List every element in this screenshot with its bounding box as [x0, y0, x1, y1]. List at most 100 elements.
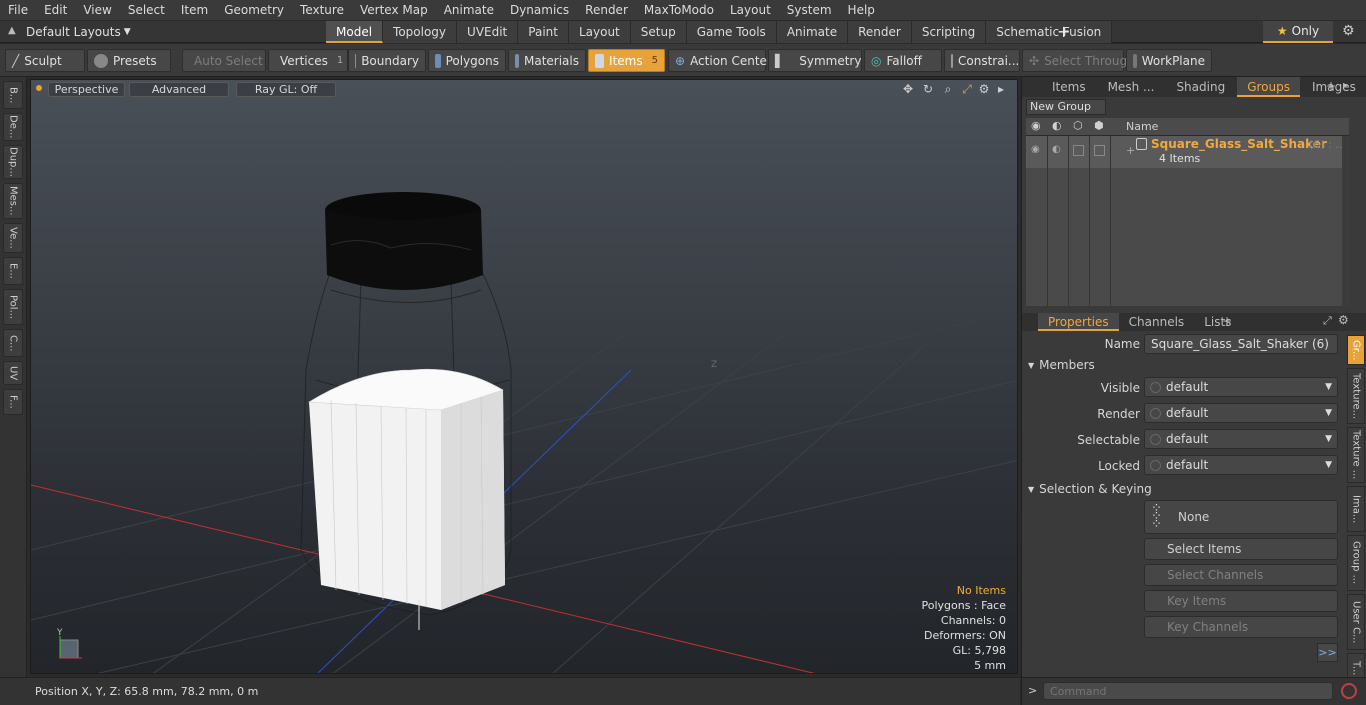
list-scrollbar[interactable]	[1342, 136, 1349, 306]
menu-help[interactable]: Help	[840, 3, 883, 17]
new-group-button[interactable]: New Group	[1026, 99, 1106, 115]
auto-select-button[interactable]: Auto Select	[182, 49, 266, 72]
add-panel-tab-icon[interactable]: +	[1326, 79, 1336, 93]
expand-plus-icon[interactable]: +	[1126, 144, 1135, 157]
boundary-button[interactable]: Boundary	[348, 49, 426, 72]
presets-button[interactable]: Presets	[87, 49, 171, 72]
select-channels-button[interactable]: Select Channels	[1144, 564, 1338, 586]
right-tab-0[interactable]: Items	[1042, 77, 1096, 97]
materials-button[interactable]: Materials	[508, 49, 586, 72]
menu-dynamics[interactable]: Dynamics	[502, 3, 577, 17]
group-row[interactable]: ◉ ◐ + Square_Glass_Salt_Shaker (6) : ...…	[1026, 136, 1349, 168]
tab-paint[interactable]: Paint	[518, 21, 569, 43]
props-add-tab-icon[interactable]: +	[1222, 314, 1232, 328]
props-gear-icon[interactable]: ⚙	[1338, 313, 1349, 327]
render-icon[interactable]: ◐	[1052, 119, 1062, 132]
panel-menu-icon[interactable]: ▸	[1343, 80, 1348, 91]
expand-right-icon[interactable]: ▸	[994, 82, 1008, 96]
key-items-button[interactable]: Key Items	[1144, 590, 1338, 612]
vertices-button[interactable]: Vertices 1	[268, 49, 348, 72]
vertical-tab-5[interactable]: User C...	[1347, 594, 1365, 650]
lock-cube-icon[interactable]: ⬡	[1073, 119, 1083, 132]
locked-dropdown[interactable]: default ▼	[1144, 455, 1338, 475]
menu-vertex map[interactable]: Vertex Map	[352, 3, 436, 17]
polygons-button[interactable]: Polygons	[428, 49, 506, 72]
selectable-dropdown[interactable]: default ▼	[1144, 429, 1338, 449]
vertical-tab-2[interactable]: Texture ...	[1347, 427, 1365, 483]
menu-view[interactable]: View	[75, 3, 119, 17]
select-through-button[interactable]: ✣ Select Through	[1022, 49, 1135, 72]
menu-texture[interactable]: Texture	[292, 3, 352, 17]
menu-file[interactable]: File	[0, 3, 36, 17]
visibility-eye-icon[interactable]: ◉	[1031, 119, 1041, 132]
symmetry-button[interactable]: ▌ Symmetry	[768, 49, 862, 72]
left-tab-6[interactable]: Pol...	[3, 289, 23, 325]
move-view-icon[interactable]: ✥	[901, 82, 915, 96]
viewport-menu-dot[interactable]	[36, 85, 42, 91]
tab-render[interactable]: Render	[848, 21, 912, 43]
vertical-tab-3[interactable]: Ima...	[1347, 486, 1365, 532]
visible-dropdown[interactable]: default ▼	[1144, 377, 1338, 397]
left-tab-9[interactable]: F...	[3, 389, 23, 415]
raygl-button[interactable]: Ray GL: Off	[236, 82, 336, 97]
perspective-button[interactable]: Perspective	[48, 82, 125, 97]
tab-scripting[interactable]: Scripting	[911, 21, 987, 43]
vertical-tab-0[interactable]: Gr...	[1347, 335, 1365, 365]
tab-animate[interactable]: Animate	[776, 21, 849, 43]
tab-topology[interactable]: Topology	[383, 21, 458, 43]
sculpt-button[interactable]: ╱ Sculpt	[5, 49, 85, 72]
props-tab-lists[interactable]: Lists	[1194, 313, 1241, 331]
props-tab-properties[interactable]: Properties	[1038, 313, 1119, 331]
add-tab-icon[interactable]: +	[1057, 22, 1070, 41]
select-items-button[interactable]: Select Items	[1144, 538, 1338, 560]
members-section[interactable]: ▼ Members	[1028, 356, 1338, 374]
row-lock-checkbox[interactable]	[1073, 145, 1084, 156]
record-icon[interactable]	[1341, 683, 1357, 699]
tab-layout[interactable]: Layout	[568, 21, 631, 43]
left-tab-4[interactable]: Ve...	[3, 223, 23, 253]
render-dropdown[interactable]: default ▼	[1144, 403, 1338, 423]
left-tab-0[interactable]: B...	[3, 81, 23, 109]
left-tab-5[interactable]: E...	[3, 257, 23, 285]
menu-animate[interactable]: Animate	[436, 3, 502, 17]
vertical-tab-4[interactable]: Group ...	[1347, 535, 1365, 591]
home-icon[interactable]: ▲	[8, 25, 20, 39]
vertical-tab-1[interactable]: Texture...	[1347, 368, 1365, 424]
menu-layout[interactable]: Layout	[722, 3, 779, 17]
row-select-checkbox[interactable]	[1094, 145, 1105, 156]
left-tab-7[interactable]: C...	[3, 329, 23, 357]
props-tab-channels[interactable]: Channels	[1119, 313, 1195, 331]
menu-select[interactable]: Select	[120, 3, 173, 17]
only-button[interactable]: ★ Only	[1263, 21, 1333, 43]
right-tab-1[interactable]: Mesh ...	[1098, 77, 1165, 97]
name-column-header[interactable]: Name	[1126, 120, 1158, 133]
row-render-icon[interactable]: ◐	[1052, 144, 1061, 155]
items-button[interactable]: Items 5	[588, 49, 665, 72]
menu-item[interactable]: Item	[173, 3, 216, 17]
selection-keying-section[interactable]: ▼ Selection & Keying	[1028, 480, 1338, 498]
3d-viewport[interactable]: Y Z Perspective Advanced Ray GL: Off ✥ ↻…	[30, 79, 1018, 674]
left-tab-2[interactable]: Dup...	[3, 145, 23, 179]
constraints-button[interactable]: Constrai...	[944, 49, 1020, 72]
tab-schematic-fusion[interactable]: Schematic Fusion	[986, 21, 1113, 43]
left-tab-8[interactable]: UV	[3, 361, 23, 385]
more-button[interactable]: >>	[1317, 643, 1338, 662]
right-tab-2[interactable]: Shading	[1166, 77, 1235, 97]
tab-game-tools[interactable]: Game Tools	[686, 21, 777, 43]
menu-geometry[interactable]: Geometry	[216, 3, 292, 17]
viewport-gear-icon[interactable]: ⚙	[977, 82, 991, 96]
select-cube-icon[interactable]: ⬢	[1094, 119, 1104, 132]
left-tab-3[interactable]: Mes...	[3, 183, 23, 219]
row-eye-icon[interactable]: ◉	[1031, 144, 1040, 155]
props-expand-icon[interactable]: ⤢	[1323, 314, 1332, 328]
none-button[interactable]: ⁘ ⁘ ⁘ None	[1144, 500, 1338, 534]
left-tab-1[interactable]: De...	[3, 113, 23, 141]
workplane-button[interactable]: WorkPlane	[1126, 49, 1212, 72]
action-center-button[interactable]: ⊕ Action Center	[668, 49, 772, 72]
name-field[interactable]: Square_Glass_Salt_Shaker (6)	[1144, 334, 1338, 354]
tab-model[interactable]: Model	[326, 21, 384, 43]
menu-maxtomodo[interactable]: MaxToModo	[636, 3, 722, 17]
zoom-view-icon[interactable]: ⌕	[941, 82, 955, 96]
rotate-view-icon[interactable]: ↻	[921, 82, 935, 96]
menu-render[interactable]: Render	[577, 3, 636, 17]
